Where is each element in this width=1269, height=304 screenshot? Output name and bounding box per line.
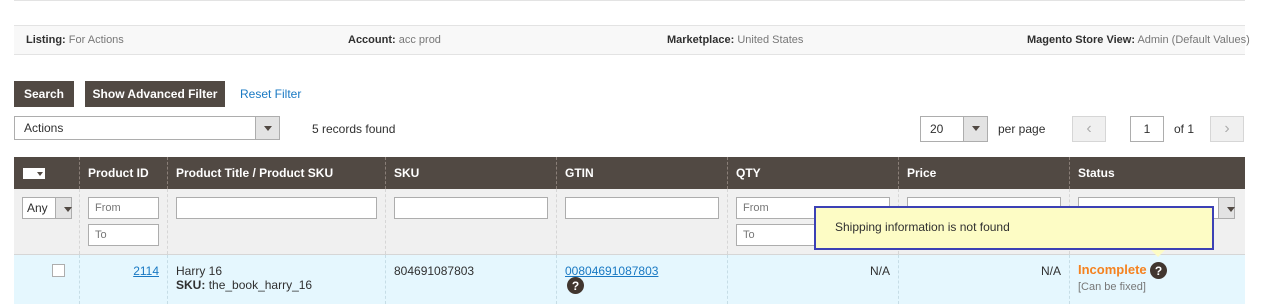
- product-sku-label: SKU:: [176, 278, 206, 292]
- product-sku-line: SKU: the_book_harry_16: [176, 278, 312, 292]
- top-divider: [14, 0, 1245, 1]
- column-header-price[interactable]: Price: [899, 157, 1070, 189]
- listing-info-bar: Listing: For Actions Account: acc prod M…: [14, 25, 1250, 55]
- column-header-qty[interactable]: QTY: [728, 157, 899, 189]
- account-value: acc prod: [398, 34, 441, 46]
- page-total-label: of 1: [1174, 122, 1195, 136]
- reset-filter-link[interactable]: Reset Filter: [240, 87, 301, 101]
- gtin-filter-input[interactable]: [565, 197, 719, 219]
- sku-filter-input[interactable]: [394, 197, 548, 219]
- chevron-down-icon: [963, 117, 987, 141]
- status-tooltip: Shipping information is not found: [814, 206, 1214, 250]
- store-view-value: Admin (Default Values): [1137, 34, 1250, 46]
- listing-value: For Actions: [68, 34, 124, 46]
- product-id-from-input[interactable]: From: [88, 197, 159, 219]
- listing-label: Listing:: [26, 34, 66, 46]
- per-page-label: per page: [998, 122, 1046, 136]
- grid-header: Product ID Product Title / Product SKU S…: [14, 157, 1245, 189]
- gtin-link[interactable]: 00804691087803: [565, 264, 658, 278]
- records-found: 5 records found: [312, 122, 396, 136]
- product-sku-value: the_book_harry_16: [208, 278, 313, 292]
- column-header-gtin[interactable]: GTIN: [557, 157, 728, 189]
- account-label: Account:: [348, 34, 396, 46]
- status-help-icon[interactable]: ?: [1150, 262, 1167, 279]
- column-header-status[interactable]: Status: [1070, 157, 1245, 189]
- store-view-label: Magento Store View:: [1027, 34, 1135, 46]
- sku-value: 804691087803: [394, 264, 475, 278]
- mass-select-filter-value: Any: [27, 201, 48, 215]
- per-page-value: 20: [930, 122, 944, 136]
- store-view-info: Magento Store View: Admin (Default Value…: [1027, 34, 1250, 46]
- mass-select-checkbox-icon[interactable]: [23, 168, 45, 179]
- product-id-link[interactable]: 2114: [133, 264, 159, 278]
- product-id-to-input[interactable]: To: [88, 224, 159, 246]
- account-info: Account: acc prod: [348, 34, 441, 46]
- price-value: N/A: [1040, 264, 1061, 278]
- row-select-checkbox[interactable]: [52, 264, 65, 277]
- tooltip-pointer: [1151, 250, 1165, 257]
- mass-action-header[interactable]: [14, 157, 80, 189]
- qty-value: N/A: [869, 264, 890, 278]
- prev-page-button[interactable]: ‹: [1072, 116, 1106, 142]
- marketplace-label: Marketplace:: [667, 34, 735, 46]
- next-page-button[interactable]: ›: [1210, 116, 1244, 142]
- status-incomplete: Incomplete: [1078, 262, 1147, 277]
- actions-select[interactable]: Actions: [14, 116, 280, 140]
- gtin-help-icon[interactable]: ?: [567, 277, 584, 294]
- column-header-sku[interactable]: SKU: [386, 157, 557, 189]
- listing-info: Listing: For Actions: [26, 34, 124, 46]
- table-row[interactable]: 2114 Harry 16 SKU: the_book_harry_16 804…: [14, 255, 1245, 304]
- column-header-product-id[interactable]: Product ID: [80, 157, 168, 189]
- per-page-select[interactable]: 20: [920, 116, 988, 142]
- tooltip-text: Shipping information is not found: [835, 220, 1010, 234]
- status-note: [Can be fixed]: [1078, 281, 1146, 293]
- chevron-down-icon: [255, 117, 279, 139]
- page-number-input[interactable]: 1: [1130, 116, 1164, 142]
- actions-select-value: Actions: [24, 121, 64, 135]
- search-button[interactable]: Search: [14, 81, 74, 107]
- product-title: Harry 16: [176, 264, 223, 278]
- chevron-down-icon: [55, 198, 72, 218]
- marketplace-value: United States: [737, 34, 804, 46]
- chevron-down-icon: [1218, 198, 1235, 218]
- mass-select-filter[interactable]: Any: [22, 197, 72, 219]
- marketplace-info: Marketplace: United States: [667, 34, 803, 46]
- column-header-product-title[interactable]: Product Title / Product SKU: [168, 157, 386, 189]
- chevron-right-icon: ›: [1224, 120, 1230, 137]
- chevron-left-icon: ‹: [1086, 120, 1092, 137]
- show-advanced-filter-button[interactable]: Show Advanced Filter: [85, 81, 225, 107]
- product-title-filter-input[interactable]: [176, 197, 377, 219]
